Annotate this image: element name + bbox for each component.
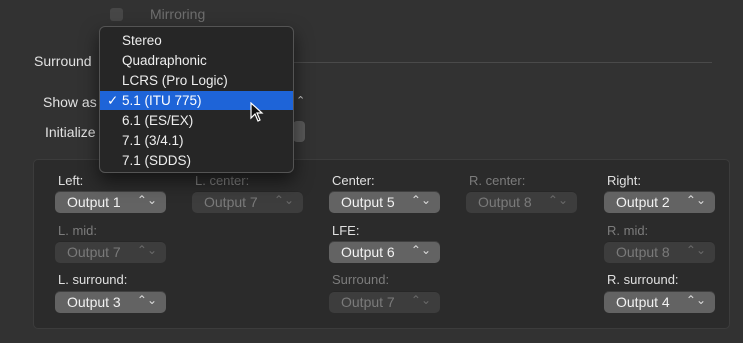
lfe-channel-label: LFE:	[332, 223, 360, 238]
show-as-popup-arrows-icon[interactable]: ⌃	[296, 91, 305, 112]
r-center-channel-popup[interactable]: Output 8 ⌃⌄	[466, 191, 577, 213]
l-surround-channel-popup[interactable]: Output 3 ⌃⌄	[55, 291, 166, 313]
right-channel-label: Right:	[607, 173, 641, 188]
mouse-pointer-icon	[250, 102, 264, 122]
lfe-channel-value: Output 6	[341, 244, 395, 260]
chevron-updown-icon: ⌃⌄	[685, 293, 706, 307]
menu-item-6-1[interactable]: 6.1 (ES/EX)	[100, 111, 293, 130]
center-channel-label: Center:	[332, 173, 375, 188]
surround-section-title: Surround	[34, 53, 92, 69]
chevron-updown-icon: ⌃⌄	[685, 243, 706, 257]
r-surround-channel-label: R. surround:	[607, 272, 679, 287]
menu-item-7-1-3-4-1[interactable]: 7.1 (3/4.1)	[100, 131, 293, 150]
surround-format-menu: Stereo Quadraphonic LCRS (Pro Logic) ✓ 5…	[99, 26, 294, 173]
chevron-updown-icon: ⌃⌄	[273, 193, 294, 207]
right-channel-value: Output 2	[616, 194, 670, 210]
right-channel-popup[interactable]: Output 2 ⌃⌄	[604, 191, 715, 213]
surround-channel-popup[interactable]: Output 7 ⌃⌄	[329, 291, 440, 313]
center-channel-value: Output 5	[341, 194, 395, 210]
show-as-label: Show as	[43, 94, 97, 110]
chevron-updown-icon: ⌃⌄	[410, 243, 431, 257]
menu-item-7-1-sdds[interactable]: 7.1 (SDDS)	[100, 151, 293, 170]
left-channel-label: Left:	[58, 173, 84, 188]
l-mid-channel-value: Output 7	[67, 244, 121, 260]
l-mid-channel-label: L. mid:	[58, 223, 98, 238]
chevron-updown-icon: ⌃⌄	[136, 293, 157, 307]
chevron-updown-icon: ⌃⌄	[136, 193, 157, 207]
r-center-channel-label: R. center:	[469, 173, 526, 188]
chevron-updown-icon: ⌃⌄	[136, 243, 157, 257]
l-center-channel-label: L. center:	[195, 173, 250, 188]
lfe-channel-popup[interactable]: Output 6 ⌃⌄	[329, 241, 440, 263]
r-surround-channel-popup[interactable]: Output 4 ⌃⌄	[604, 291, 715, 313]
l-surround-channel-label: L. surround:	[58, 272, 128, 287]
l-mid-channel-popup[interactable]: Output 7 ⌃⌄	[55, 241, 166, 263]
r-mid-channel-label: R. mid:	[607, 223, 649, 238]
menu-item-5-1[interactable]: ✓ 5.1 (ITU 775)	[100, 91, 293, 110]
left-channel-popup[interactable]: Output 1 ⌃⌄	[55, 191, 166, 213]
checkmark-icon: ✓	[107, 93, 119, 108]
menu-item-quadraphonic[interactable]: Quadraphonic	[100, 51, 293, 70]
menu-item-lcrs[interactable]: LCRS (Pro Logic)	[100, 71, 293, 90]
l-surround-channel-value: Output 3	[67, 294, 121, 310]
left-channel-value: Output 1	[67, 194, 121, 210]
surround-channel-value: Output 7	[341, 294, 395, 310]
r-mid-channel-value: Output 8	[616, 244, 670, 260]
mirroring-checkbox[interactable]	[110, 8, 123, 21]
l-center-channel-value: Output 7	[204, 194, 258, 210]
menu-item-stereo[interactable]: Stereo	[100, 31, 293, 50]
r-mid-channel-popup[interactable]: Output 8 ⌃⌄	[604, 241, 715, 263]
chevron-updown-icon: ⌃⌄	[685, 193, 706, 207]
center-channel-popup[interactable]: Output 5 ⌃⌄	[329, 191, 440, 213]
r-center-channel-value: Output 8	[478, 194, 532, 210]
chevron-updown-icon: ⌃⌄	[410, 293, 431, 307]
chevron-updown-icon: ⌃⌄	[547, 193, 568, 207]
mirroring-label: Mirroring	[150, 6, 206, 22]
l-center-channel-popup[interactable]: Output 7 ⌃⌄	[192, 191, 303, 213]
r-surround-channel-value: Output 4	[616, 294, 670, 310]
chevron-updown-icon: ⌃⌄	[410, 193, 431, 207]
surround-channel-label: Surround:	[332, 272, 390, 287]
initialize-popup[interactable]	[293, 121, 305, 142]
initialize-label: Initialize	[45, 124, 96, 140]
